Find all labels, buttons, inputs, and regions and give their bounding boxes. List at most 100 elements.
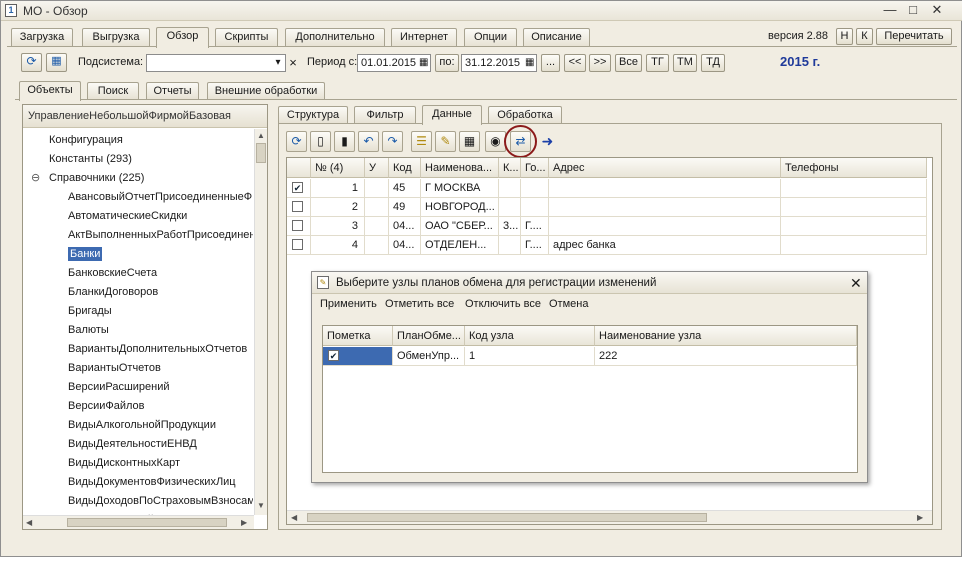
grid-cell-num[interactable]: 1: [311, 179, 365, 198]
list-icon[interactable]: ☰: [411, 131, 432, 152]
cancel-button[interactable]: Отмена: [549, 298, 588, 310]
deselect-all-button[interactable]: Отключить все: [465, 298, 541, 310]
column-header[interactable]: Код: [389, 158, 421, 178]
refresh-icon[interactable]: ⟳: [286, 131, 307, 152]
tg-button[interactable]: ТГ: [646, 54, 669, 72]
td-button[interactable]: ТД: [701, 54, 725, 72]
grid-cell-address[interactable]: [549, 198, 781, 217]
grid-cell-city[interactable]: Г....: [521, 236, 549, 255]
tree-item[interactable]: ВидыДокументовФизическихЛиц: [23, 473, 253, 492]
node-cell-code[interactable]: 1: [465, 347, 595, 366]
maximize-icon[interactable]: □: [904, 2, 922, 18]
subsystem-field[interactable]: [146, 54, 286, 72]
next-period-button[interactable]: >>: [589, 54, 611, 72]
tree-item[interactable]: Конфигурация: [23, 131, 253, 150]
select-all-button[interactable]: Отметить все: [385, 298, 454, 310]
apply-button[interactable]: Применить: [320, 298, 377, 310]
column-header[interactable]: № (4): [311, 158, 365, 178]
grid-cell-code[interactable]: 04...: [389, 236, 421, 255]
tab-zagruzka[interactable]: Загрузка: [11, 28, 73, 47]
grid-cell-code[interactable]: 04...: [389, 217, 421, 236]
row-checkbox-cell[interactable]: ✔: [287, 179, 311, 198]
tab-vygruzka[interactable]: Выгрузка: [82, 28, 150, 47]
scroll-down-icon[interactable]: ▼: [256, 501, 266, 510]
grid-cell-city[interactable]: [521, 198, 549, 217]
grid-cell-u[interactable]: [365, 217, 389, 236]
tree-item[interactable]: АктВыполненныхРаботПрисоединен: [23, 226, 253, 245]
calendar-icon[interactable]: ▦: [419, 55, 428, 71]
all-button[interactable]: Все: [615, 54, 642, 72]
grid-cell-address[interactable]: адрес банка: [549, 236, 781, 255]
tree-horizontal-scrollbar[interactable]: ◀ ▶: [23, 515, 254, 529]
row-checkbox[interactable]: [292, 239, 303, 250]
tab-description[interactable]: Описание: [523, 28, 590, 47]
refresh-icon[interactable]: ⟳: [21, 53, 42, 72]
tab-internet[interactable]: Интернет: [391, 28, 457, 47]
tree-item[interactable]: АвансовыйОтчетПрисоединенныеФ: [23, 188, 253, 207]
column-header[interactable]: К...: [499, 158, 521, 178]
edit-list-icon[interactable]: ✎: [435, 131, 456, 152]
tab-additional[interactable]: Дополнительно: [285, 28, 385, 47]
close-icon[interactable]: ✕: [850, 272, 862, 294]
grid-cell-city[interactable]: [521, 179, 549, 198]
tab-processing[interactable]: Обработка: [488, 106, 562, 124]
grid-cell-u[interactable]: [365, 198, 389, 217]
h-button[interactable]: Н: [836, 28, 853, 45]
tab-data[interactable]: Данные: [422, 105, 482, 125]
grid-cell-phones[interactable]: [781, 198, 927, 217]
row-checkbox-cell[interactable]: [287, 217, 311, 236]
move-up-icon[interactable]: ▯: [310, 131, 331, 152]
row-checkbox[interactable]: [292, 220, 303, 231]
scroll-left-icon[interactable]: ◀: [26, 518, 32, 527]
tab-scripts[interactable]: Скрипты: [215, 28, 278, 47]
tab-external-processing[interactable]: Внешние обработки: [207, 82, 325, 100]
tree-item[interactable]: ВидыДеятельностиЕНВД: [23, 435, 253, 454]
minimize-icon[interactable]: —: [881, 2, 899, 18]
grid-cell-u[interactable]: [365, 179, 389, 198]
node-checkbox[interactable]: ✔: [328, 350, 339, 361]
grid-cell-name[interactable]: ОТДЕЛЕН...: [421, 236, 499, 255]
grid-cell-k[interactable]: [499, 179, 521, 198]
undo-icon[interactable]: ↶: [358, 131, 379, 152]
reread-button[interactable]: Перечитать: [876, 28, 952, 45]
tree-vertical-scrollbar[interactable]: ▲ ▼: [254, 129, 267, 515]
grid-cell-num[interactable]: 2: [311, 198, 365, 217]
scroll-right-icon[interactable]: ▶: [241, 518, 247, 527]
clear-icon[interactable]: ×: [287, 54, 299, 72]
grid-cell-k[interactable]: [499, 198, 521, 217]
column-header[interactable]: Адрес: [549, 158, 781, 178]
tab-options[interactable]: Опции: [464, 28, 517, 47]
grid-cell-phones[interactable]: [781, 236, 927, 255]
binoculars-icon[interactable]: ◉: [485, 131, 506, 152]
grid-cell-name[interactable]: ОАО "СБЕР...: [421, 217, 499, 236]
grid-cell-num[interactable]: 4: [311, 236, 365, 255]
grid-cell-k[interactable]: 3...: [499, 217, 521, 236]
table-icon[interactable]: ▦: [459, 131, 480, 152]
grid-cell-name[interactable]: НОВГОРОД...: [421, 198, 499, 217]
tab-structure[interactable]: Структура: [278, 106, 348, 124]
dialog-column-header[interactable]: Пометка: [323, 326, 393, 346]
grid-cell-code[interactable]: 49: [389, 198, 421, 217]
move-down-icon[interactable]: ▮: [334, 131, 355, 152]
grid-cell-num[interactable]: 3: [311, 217, 365, 236]
dialog-column-header[interactable]: ПланОбме...: [393, 326, 465, 346]
grid-cell-address[interactable]: [549, 179, 781, 198]
tree-item[interactable]: ⊖ Справочники (225): [23, 169, 253, 188]
tm-button[interactable]: ТМ: [673, 54, 697, 72]
arrow-right-icon[interactable]: ➜: [537, 131, 558, 152]
tree-item[interactable]: БланкиДоговоров: [23, 283, 253, 302]
grid-cell-phones[interactable]: [781, 179, 927, 198]
tree-item[interactable]: ВидыДисконтныхКарт: [23, 454, 253, 473]
tab-obzor[interactable]: Обзор: [156, 27, 209, 48]
tree-item[interactable]: ВерсииРасширений: [23, 378, 253, 397]
grid-cell-phones[interactable]: [781, 217, 927, 236]
tree-item[interactable]: АвтоматическиеСкидки: [23, 207, 253, 226]
chevron-down-icon[interactable]: ▾: [271, 55, 285, 71]
tab-filter[interactable]: Фильтр: [354, 106, 416, 124]
column-header[interactable]: Го...: [521, 158, 549, 178]
row-checkbox-cell[interactable]: [287, 236, 311, 255]
column-header[interactable]: Телефоны: [781, 158, 927, 178]
grid-cell-address[interactable]: [549, 217, 781, 236]
node-cell-plan[interactable]: ОбменУпр...: [393, 347, 465, 366]
dialog-column-header[interactable]: Наименование узла: [595, 326, 857, 346]
